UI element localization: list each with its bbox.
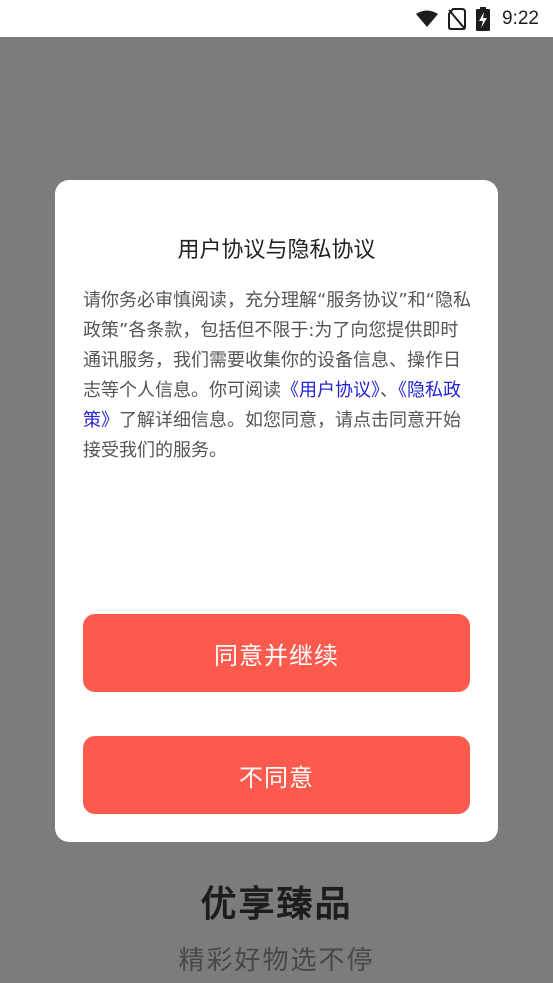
battery-charging-icon <box>476 6 491 31</box>
promo-title: 优享臻品 <box>200 884 353 925</box>
promo-subtitle: 精彩好物选不停 <box>178 946 375 976</box>
disagree-button[interactable]: 不同意 <box>83 736 470 814</box>
wifi-icon <box>416 10 439 28</box>
agreement-dialog: 用户协议与隐私协议 请你务必审慎阅读，充分理解“服务协议”和“隐私政策”各条款，… <box>55 180 498 842</box>
status-bar: 9:22 <box>0 0 553 37</box>
dialog-body: 请你务必审慎阅读，充分理解“服务协议”和“隐私政策”各条款，包括但不限于:为了向… <box>83 286 475 466</box>
body-separator: 、 <box>380 380 398 401</box>
no-sim-icon <box>448 7 467 30</box>
agree-button[interactable]: 同意并继续 <box>83 614 470 692</box>
dialog-title: 用户协议与隐私协议 <box>177 238 376 263</box>
status-time: 9:22 <box>502 7 539 29</box>
user-agreement-link[interactable]: 《用户协议》 <box>281 380 380 401</box>
body-text-after: 了解详细信息。如您同意，请点击同意开始接受我们的服务。 <box>83 410 461 461</box>
